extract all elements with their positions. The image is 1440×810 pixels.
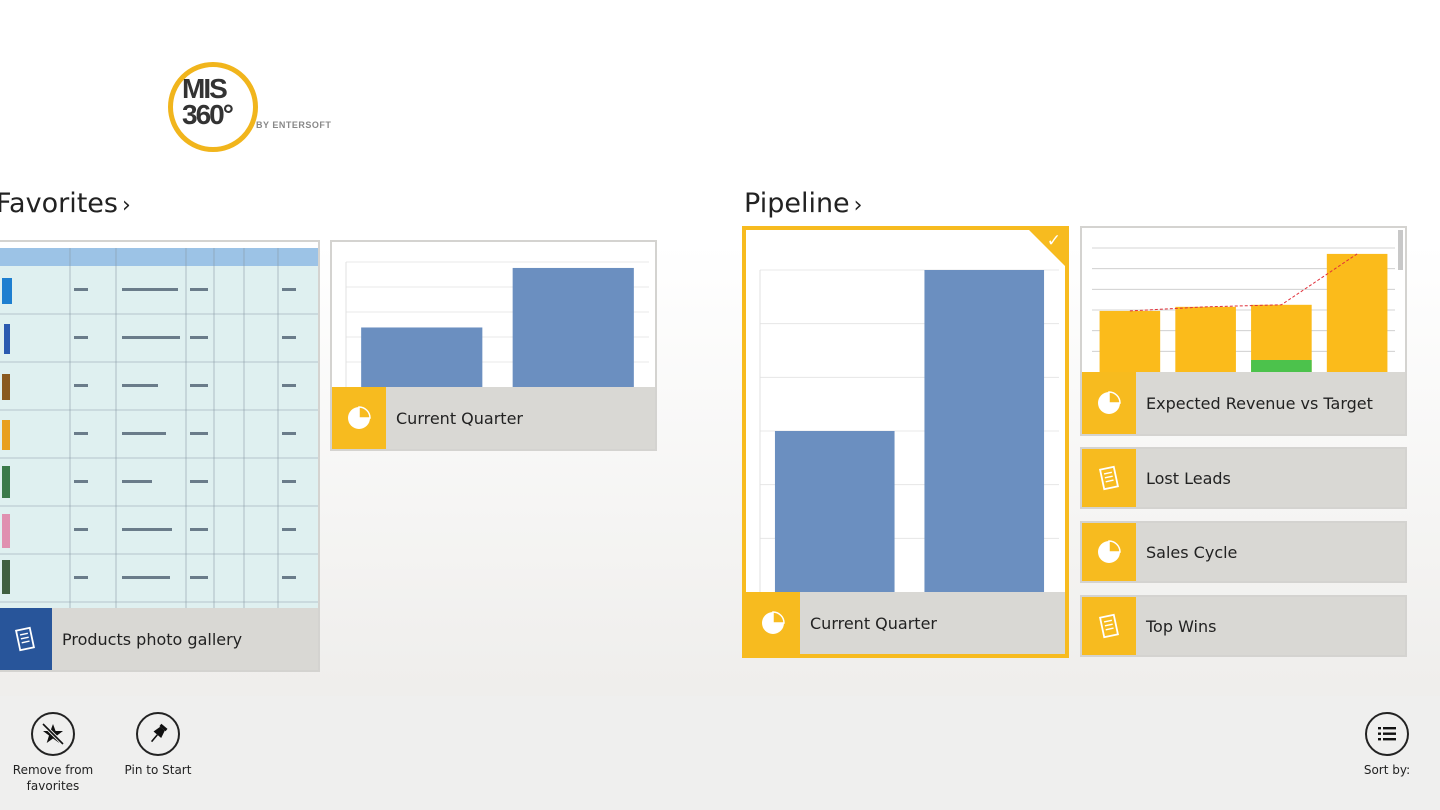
chart-bar (361, 327, 483, 387)
tile-label: Current Quarter (810, 613, 937, 633)
pie-chart-icon (332, 387, 386, 449)
report-icon (1082, 597, 1136, 655)
tile-current-quarter-favorites[interactable]: Current Quarter (330, 240, 657, 451)
pie-chart-icon (1082, 523, 1136, 581)
tile-top-wins[interactable]: Top Wins (1080, 595, 1407, 657)
tile-label: Expected Revenue vs Target (1146, 393, 1373, 413)
app-bar: Remove from favorites Pin to Start Sort … (0, 696, 1440, 810)
tile-label: Sales Cycle (1146, 542, 1238, 562)
current-quarter-chart-preview (345, 261, 649, 387)
chart-bar (1326, 253, 1388, 372)
chart-bar (1175, 306, 1236, 372)
tile-footer: Current Quarter (332, 387, 655, 449)
remove-from-favorites-button[interactable]: Remove from favorites (10, 712, 96, 794)
logo-byline: BY ENTERSOFT (256, 120, 332, 130)
report-icon (0, 608, 52, 670)
button-label: Remove from favorites (12, 763, 94, 793)
target-line (1129, 253, 1358, 312)
chart-bar (1099, 310, 1161, 372)
chart-bar (774, 431, 895, 592)
current-quarter-chart-large (759, 269, 1059, 592)
button-label: Pin to Start (124, 763, 192, 777)
tile-footer: Expected Revenue vs Target (1082, 372, 1405, 434)
unfavorite-icon (31, 712, 75, 756)
button-label: Sort by: (1363, 763, 1411, 777)
tile-footer: Sales Cycle (1082, 523, 1405, 581)
tile-footer: Top Wins (1082, 597, 1405, 655)
expected-revenue-chart-preview (1092, 230, 1403, 372)
list-icon (1365, 712, 1409, 756)
tile-footer: Current Quarter (746, 592, 1065, 654)
logo-text: MIS 360° (182, 73, 234, 130)
tile-expected-revenue-vs-target[interactable]: Expected Revenue vs Target (1080, 226, 1407, 436)
app-logo: MIS 360° BY ENTERSOFT (168, 62, 358, 154)
tile-footer: Lost Leads (1082, 449, 1405, 507)
gallery-table-preview (0, 248, 318, 610)
chart-bar-segment (1251, 360, 1312, 372)
tile-current-quarter-pipeline[interactable]: ✓ Current Quarter (742, 226, 1069, 658)
sort-by-button[interactable]: Sort by: (1354, 712, 1420, 778)
tile-label: Current Quarter (396, 408, 523, 428)
tile-footer: Products photo gallery (0, 608, 318, 670)
tile-products-photo-gallery[interactable]: Products photo gallery (0, 240, 320, 672)
pin-to-start-button[interactable]: Pin to Start (120, 712, 196, 778)
checkmark-icon: ✓ (1046, 231, 1061, 251)
pin-icon (136, 712, 180, 756)
report-icon (1082, 449, 1136, 507)
chevron-right-icon: › (121, 193, 131, 218)
chart-bar (924, 270, 1045, 592)
group-title-favorites[interactable]: Favorites › (0, 188, 131, 219)
chevron-right-icon: › (853, 193, 863, 218)
pie-chart-icon (746, 592, 800, 654)
tile-label: Products photo gallery (62, 629, 243, 649)
tile-label: Lost Leads (1146, 468, 1231, 488)
tile-label: Top Wins (1146, 616, 1217, 636)
pie-chart-icon (1082, 372, 1136, 434)
tile-lost-leads[interactable]: Lost Leads (1080, 447, 1407, 509)
tile-sales-cycle[interactable]: Sales Cycle (1080, 521, 1407, 583)
chart-bar (512, 267, 634, 387)
group-title-pipeline[interactable]: Pipeline › (744, 188, 862, 219)
